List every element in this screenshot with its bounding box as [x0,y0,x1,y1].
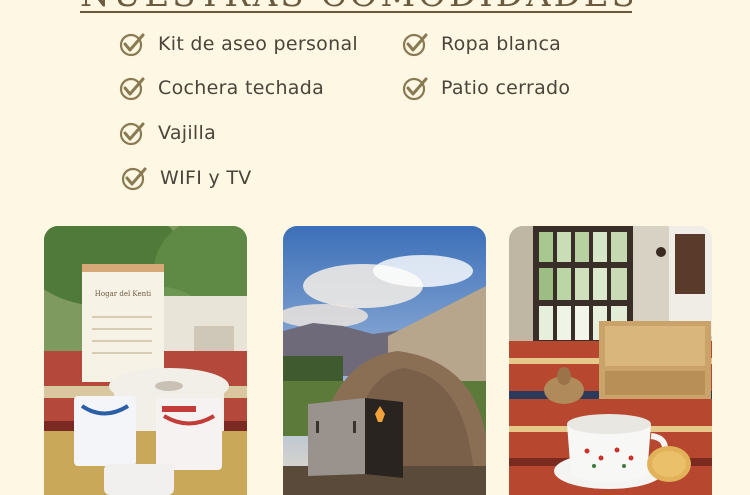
photo-welcome-kit: Hogar del Kenti [44,226,247,495]
amenity-item-garage: Cochera techada [118,74,324,102]
amenity-item-patio: Patio cerrado [401,74,570,102]
photo-breakfast-table [509,226,712,495]
amenity-item-kit: Kit de aseo personal [118,30,358,58]
amenity-label: WIFI y TV [160,167,252,189]
amenity-label: Kit de aseo personal [158,33,358,55]
check-circle-icon [402,77,428,101]
amenity-label: Cochera techada [158,77,325,99]
check-circle-icon [119,122,145,146]
check-circle-icon [121,167,147,191]
check-circle-icon [402,33,428,57]
amenity-label: Ropa blanca [441,33,562,55]
check-circle-icon [119,33,145,57]
check-circle-icon [119,77,145,101]
title-underline [80,11,632,13]
amenity-label: Patio cerrado [441,77,571,99]
amenity-item-wifi: WIFI y TV [120,164,252,192]
photo-clay-oven [283,226,486,495]
amenity-item-linens: Ropa blanca [401,30,561,58]
kit-card-title: Hogar del Kenti [95,290,152,298]
amenity-item-dishes: Vajilla [118,119,216,147]
amenity-label: Vajilla [158,122,217,144]
